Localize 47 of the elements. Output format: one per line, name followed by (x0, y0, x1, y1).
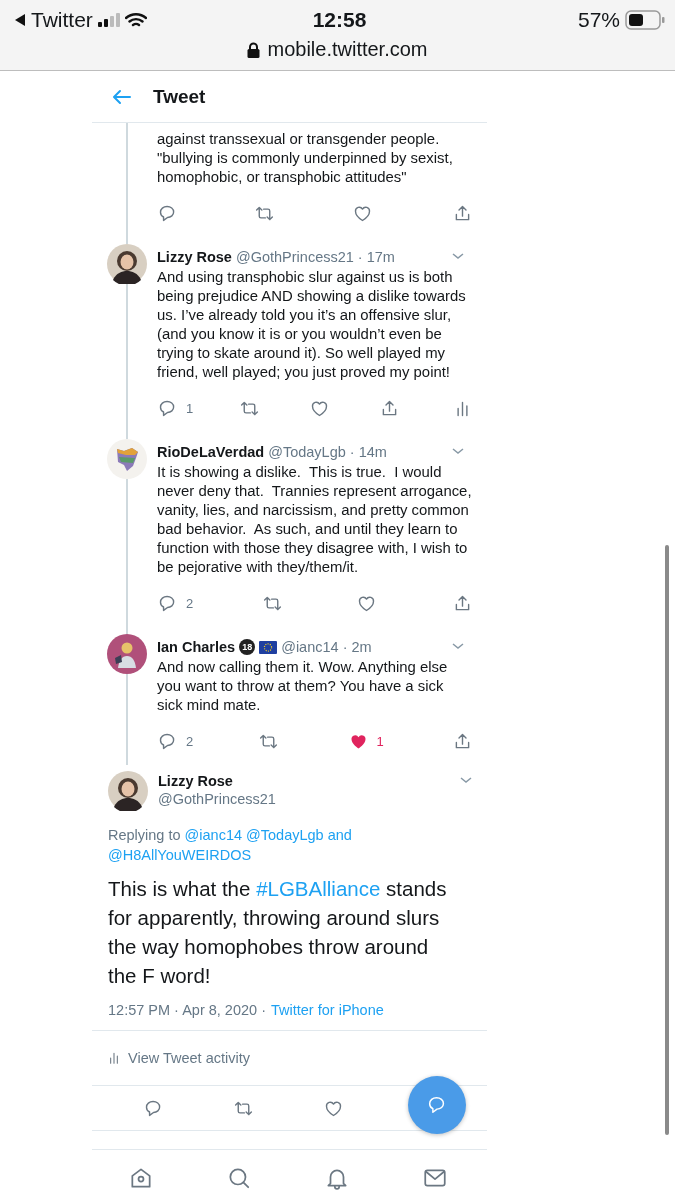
mention-link[interactable]: @TodayLgb (246, 827, 324, 843)
signal-icon (97, 13, 120, 27)
mention-link[interactable]: and (327, 827, 352, 843)
post-time: · 2m (342, 639, 372, 655)
post-time: · 14m (349, 444, 387, 460)
battery-icon (625, 10, 665, 30)
lock-icon (247, 41, 261, 58)
chevron-icon[interactable] (459, 775, 473, 785)
reply-count: 2 (186, 733, 194, 749)
scrollbar[interactable] (665, 545, 669, 1135)
flag-icon (259, 640, 278, 654)
clock-time: 12:58 (312, 8, 367, 32)
user-name[interactable]: Ian Charles (157, 639, 236, 655)
hashtag-link[interactable]: #LGBAlliance (256, 877, 381, 900)
post-time: · 17m (357, 249, 395, 265)
page-title: Tweet (153, 85, 206, 108)
user-handle[interactable]: @TodayLgb (268, 444, 346, 460)
age-badge: 18 (239, 639, 256, 655)
post-timestamp: 12:57 PM · Apr 8, 2020 · (108, 1002, 266, 1018)
chevron-icon[interactable] (451, 251, 465, 261)
tweet-text: And now calling them it. Wow. Anything else you want to throw at them? You have a sick sick mind mate. (157, 658, 449, 715)
reply-context: Replying to @ianc14 @TodayLgb and @H8AllYouWEIRDOS (108, 826, 353, 865)
chevron-icon[interactable] (451, 446, 465, 456)
mention-link[interactable]: @H8AllYouWEIRDOS (108, 847, 252, 863)
user-name[interactable]: Lizzy Rose (157, 249, 232, 265)
address-bar-url[interactable]: mobile.twitter.com (267, 38, 428, 61)
battery-percent: 57% (577, 8, 620, 32)
tweet-text: It is showing a dislike. This is true. I would never deny that. Trannies represent arrogance, vanity, lies, and narcissism, and pretty common bad behavior. As such, and until they learn to function with those they disagree with, I wish to be pejorative with they/them/it. (157, 463, 473, 577)
back-app-label[interactable]: Twitter (31, 8, 93, 32)
tweet-text: This is what the #LGBAlliance stands for apparently, throwing around slurs the way homophobes throw around the F word! (108, 876, 448, 989)
chevron-icon[interactable] (451, 641, 465, 651)
tweet-activity-link[interactable]: View Tweet activity (128, 1050, 250, 1066)
user-name[interactable]: RioDeLaVerdad (157, 444, 265, 460)
like-count: 1 (376, 733, 384, 749)
user-handle[interactable]: @ianc14 (281, 639, 339, 655)
wifi-icon (124, 12, 147, 28)
user-handle[interactable]: @GothPrincess21 (235, 249, 354, 265)
tweet-text: against transsexual or transgender people. "bullying is commonly underpinned by sexist, homophobic, or transphobic attitudes" (157, 130, 454, 187)
tweet-text: And using transphobic slur against us is both being prejudice AND showing a dislike towards us. I’ve already told you it’s an offensive slur, (and you know it is or you wouldn’t even be trying to skate around it). So well played my friend, well played; you just proved my point! (157, 268, 467, 382)
mention-link[interactable]: @ianc14 (184, 827, 243, 843)
user-handle[interactable]: @GothPrincess21 (158, 791, 276, 807)
reply-count: 1 (186, 400, 194, 416)
source-link[interactable]: Twitter for iPhone (271, 1002, 384, 1018)
compose-reply-button[interactable] (408, 1076, 466, 1134)
user-name[interactable]: Lizzy Rose (158, 773, 276, 789)
back-arrow-icon[interactable] (14, 13, 26, 27)
reply-count: 2 (186, 595, 194, 611)
